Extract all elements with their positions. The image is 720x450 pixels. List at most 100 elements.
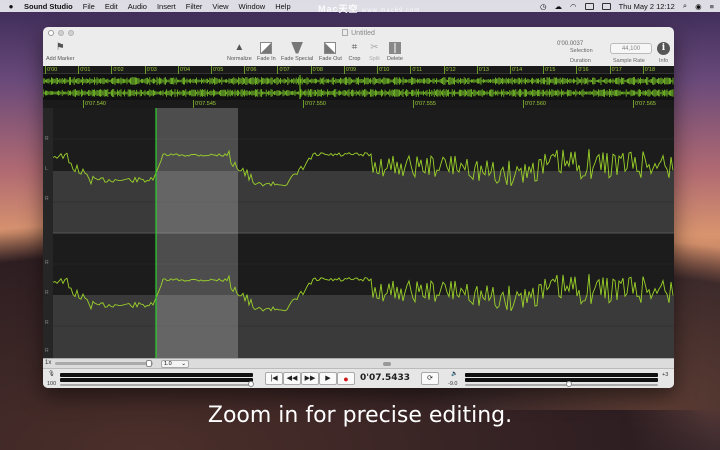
output-level-meter (465, 373, 658, 377)
zoom-level-label: 1x (45, 360, 52, 366)
time-machine-icon[interactable]: ◷ (540, 2, 547, 11)
overview-ruler-tick: 0'15 (543, 66, 556, 74)
overview-ruler-tick: 0'10 (377, 66, 390, 74)
window-title: Untitled (43, 29, 674, 37)
menu-file[interactable]: File (83, 2, 95, 11)
cloud-icon[interactable]: ☁ (555, 2, 563, 11)
input-level-value: 100 (47, 381, 57, 387)
overview-ruler-tick: 0'18 (642, 66, 656, 74)
waveform-canvas[interactable] (53, 108, 674, 358)
channel-label: R (45, 290, 49, 296)
sample-rate-field[interactable]: 44,100 (610, 43, 652, 54)
flag-icon: ⚑ (55, 42, 65, 53)
menu-edit[interactable]: Edit (105, 2, 118, 11)
overview-ruler-tick: 0'00 (45, 66, 58, 74)
channel-label: R (45, 260, 49, 266)
menu-view[interactable]: View (212, 2, 228, 11)
overview-ruler-tick: 0'03 (144, 66, 157, 74)
caption: Zoom in for precise editing. (207, 403, 513, 428)
flag-icon[interactable] (601, 2, 611, 10)
loop-button[interactable]: ⟳ (421, 372, 439, 385)
rewind-to-start-button[interactable]: |◀ (265, 372, 283, 385)
overview-ruler-tick: 0'05 (211, 66, 224, 74)
info-label: Info (659, 58, 669, 64)
play-button[interactable]: ▶ (319, 372, 337, 385)
overview-ruler-tick: 0'08 (310, 66, 323, 74)
battery-icon[interactable] (584, 2, 594, 10)
overview-ruler-tick: 0'11 (410, 66, 423, 74)
transport-bar: 🎙 100 |◀ ◀◀ ▶▶ ▶ ● 0'07.5433 ⟳ 🔈 -9.0 +3 (43, 368, 674, 388)
info-icon[interactable]: i (657, 42, 670, 55)
input-level-meter-2 (60, 378, 253, 382)
duration-label: Duration (570, 58, 591, 64)
speaker-icon: 🔈 (451, 371, 458, 377)
detail-ruler-tick: 0'07.560 (523, 100, 546, 108)
app-window: Untitled ⚑ Add Marker ▲ Normalize Fade I… (43, 27, 674, 388)
fade-special-icon (291, 41, 304, 54)
selection-region[interactable] (156, 108, 238, 358)
output-level-meter-2 (465, 378, 658, 382)
overview-ruler-tick: 0'12 (443, 66, 456, 74)
fade-special-button[interactable]: Fade Special (281, 41, 313, 62)
detail-ruler-tick: 0'07.565 (633, 100, 656, 108)
overview-waveform[interactable]: 0'00 0'01 0'02 0'03 0'04 0'05 0'06 0'07 0'08 0'09… (43, 66, 674, 100)
overview-ruler-tick: 0'16 (576, 66, 589, 74)
overview-ruler-tick: 0'04 (177, 66, 191, 74)
input-gain-knob[interactable] (248, 381, 254, 387)
zoom-slider-knob[interactable] (146, 360, 152, 367)
delete-button[interactable]: Delete (387, 41, 403, 62)
notification-center-icon[interactable]: ≡ (710, 2, 714, 11)
channel-label: R (45, 136, 49, 142)
zoom-slider-track[interactable] (55, 362, 153, 365)
detail-ruler-tick: 0'07.545 (193, 100, 216, 108)
output-volume-knob[interactable] (566, 381, 572, 387)
menu-window[interactable]: Window (239, 2, 266, 11)
input-gain-slider[interactable] (60, 384, 253, 386)
add-marker-button[interactable]: ⚑ Add Marker (46, 41, 74, 62)
overview-ruler-tick: 0'01 (78, 66, 91, 74)
overview-ruler-tick: 0'06 (244, 66, 257, 74)
detail-ruler: 0'07.540 0'07.545 0'07.550 0'07.555 0'07.560… (43, 100, 674, 108)
waveform-editor[interactable]: R L R R R R R (43, 108, 674, 358)
record-button[interactable]: ● (337, 372, 355, 385)
overview-wave (43, 75, 674, 99)
horizontal-scroll-thumb[interactable] (383, 362, 391, 366)
scissors-icon: ✂ (370, 42, 379, 53)
normalize-icon: ▲ (234, 42, 245, 53)
fade-out-button[interactable]: Fade Out (319, 41, 342, 62)
menu-insert[interactable]: Insert (157, 2, 176, 11)
channel-label: R (45, 196, 49, 202)
document-icon (342, 29, 349, 36)
current-time: 0'07.5433 (360, 373, 411, 383)
output-max-value: +3 (662, 372, 669, 378)
channel-gutter: R L R R R R R (43, 108, 53, 358)
detail-ruler-tick: 0'07.540 (83, 100, 106, 108)
overview-ruler-tick: 0'14 (509, 66, 523, 74)
detail-ruler-tick: 0'07.555 (413, 100, 436, 108)
menu-audio[interactable]: Audio (128, 2, 147, 11)
normalize-button[interactable]: ▲ Normalize (227, 41, 252, 62)
wifi-icon[interactable]: ◠ (570, 2, 577, 11)
output-level-value: -9.0 (448, 381, 458, 387)
spotlight-icon[interactable]: ⌕ (683, 1, 687, 11)
siri-icon[interactable]: ◉ (695, 2, 702, 11)
menu-filter[interactable]: Filter (186, 2, 203, 11)
apple-menu-icon[interactable]: ● (6, 2, 16, 11)
title-bar: Untitled (43, 27, 674, 39)
selection-label: Selection (570, 48, 593, 54)
microphone-icon: 🎙 (48, 371, 55, 377)
menubar-clock[interactable]: Thu May 2 12:12 (619, 2, 675, 11)
split-button[interactable]: ✂ Split (368, 41, 381, 62)
overview-ruler-tick: 0'02 (111, 66, 124, 74)
crop-button[interactable]: ⌗ Crop (348, 41, 361, 62)
input-level-meter (60, 373, 253, 377)
menu-help[interactable]: Help (275, 2, 290, 11)
menu-app-name[interactable]: Sound Studio (24, 2, 73, 11)
output-volume-slider[interactable] (465, 384, 658, 386)
chevron-down-icon: ⌄ (181, 361, 186, 367)
fast-forward-button[interactable]: ▶▶ (301, 372, 319, 385)
rewind-button[interactable]: ◀◀ (283, 372, 301, 385)
zoom-select[interactable]: 1.0 ⌄ (161, 360, 189, 368)
overview-ruler-tick: 0'17 (609, 66, 622, 74)
fade-in-button[interactable]: Fade In (257, 41, 276, 62)
